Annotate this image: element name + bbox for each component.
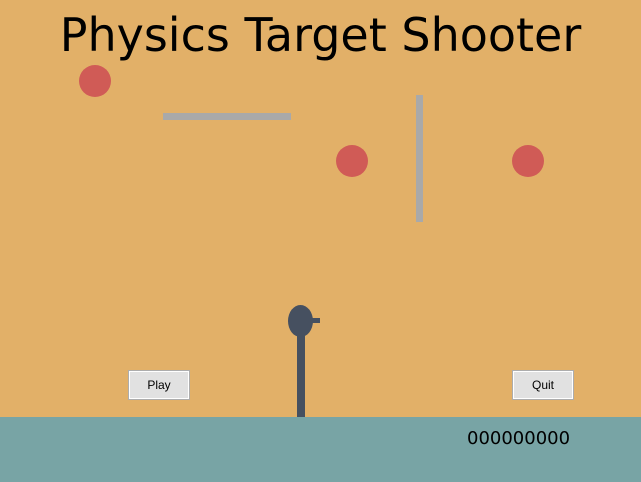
horizontal-wall [163,113,291,120]
quit-button[interactable]: Quit [512,370,574,400]
vertical-wall [416,95,423,222]
score-counter: 000000000 [467,428,571,449]
target [79,65,111,97]
game-title: Physics Target Shooter [59,8,582,62]
cannon-barrel [310,318,320,323]
game-canvas[interactable]: Physics Target Shooter Play Quit 0000000… [0,0,641,482]
target [336,145,368,177]
cannon-stand [297,334,305,417]
play-button[interactable]: Play [128,370,190,400]
target [512,145,544,177]
